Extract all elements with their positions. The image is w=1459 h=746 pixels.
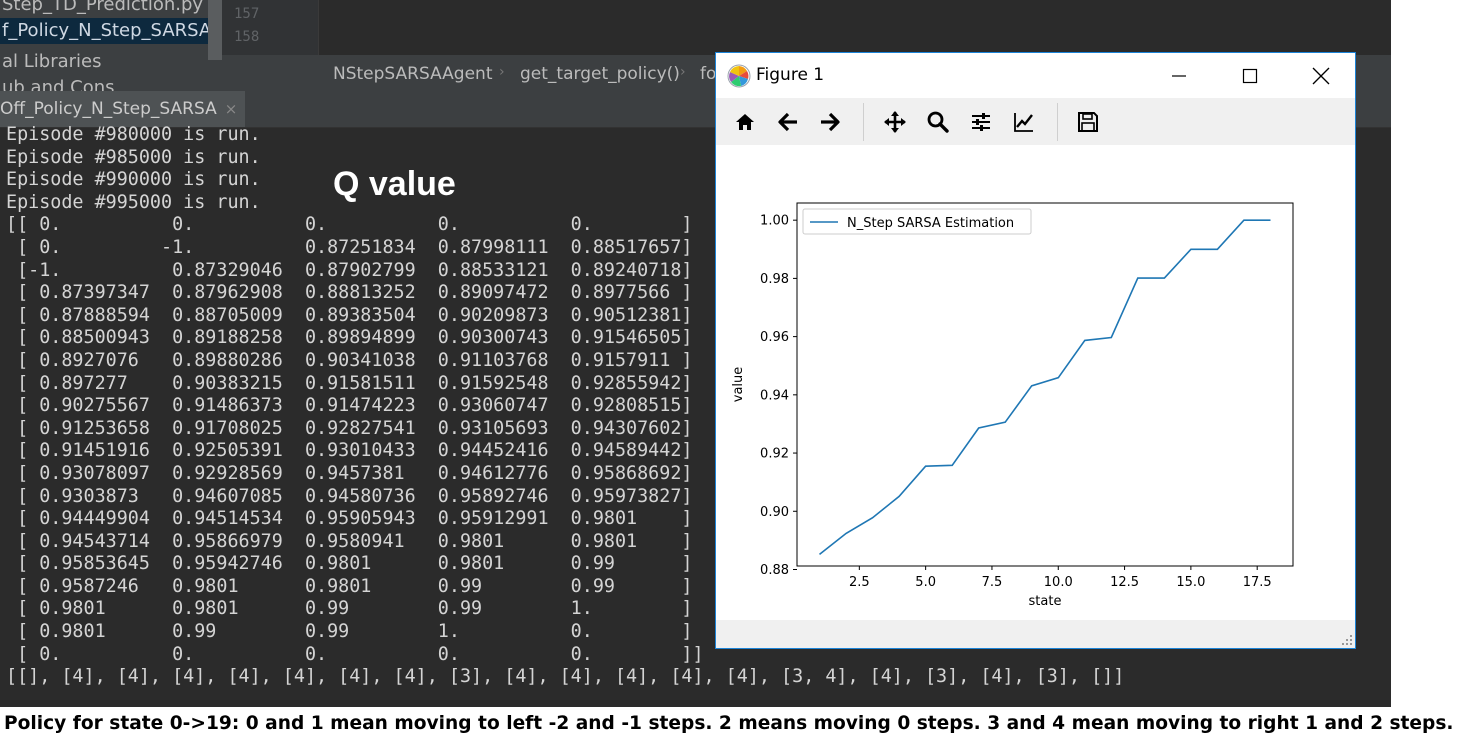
y-tick-label: 0.90: [760, 505, 789, 520]
breadcrumb-separator-icon: ›: [680, 64, 686, 80]
console-line: [[], [4], [4], [4], [4], [4], [4], [4], …: [6, 666, 1125, 688]
back-button[interactable]: [773, 107, 803, 137]
x-tick-label: 2.5: [849, 575, 870, 590]
save-icon: [1078, 112, 1098, 132]
edit-axis-icon: [1014, 113, 1033, 132]
pan-icon: [884, 111, 906, 133]
zoom-icon: [927, 111, 949, 133]
line-number: 157: [234, 6, 260, 22]
tree-item-off-policy-n-step-sarsa[interactable]: f_Policy_N_Step_SARSA.py: [0, 18, 210, 44]
pan-button[interactable]: [880, 107, 910, 137]
home-icon: [736, 114, 754, 130]
toolbar-divider: [863, 103, 864, 141]
line-chart[interactable]: 0.88 0.90 0.92 0.94 0.96 0.98 1.00 2.5 5.0 7.5 10…: [716, 145, 1355, 621]
x-tick-label: 7.5: [982, 575, 1003, 590]
series-line-n-step-sarsa: [819, 219, 1271, 556]
y-tick-label: 0.96: [760, 330, 789, 345]
close-window-button[interactable]: [1287, 53, 1355, 98]
maximize-button[interactable]: [1216, 53, 1284, 98]
figure-status-bar: [716, 620, 1355, 648]
run-tab-label: Off_Policy_N_Step_SARSA: [0, 99, 217, 119]
policy-caption: Policy for state 0->19: 0 and 1 mean mov…: [4, 713, 1454, 734]
figure-window[interactable]: Figure 1 0.88 0.90 0.92 0.94 0.96 0.98 1…: [715, 52, 1356, 649]
y-axis-label: value: [731, 367, 746, 403]
close-icon[interactable]: ×: [225, 100, 238, 118]
minimize-button[interactable]: [1145, 53, 1213, 98]
figure-title-bar[interactable]: Figure 1: [716, 53, 1355, 98]
tree-item-step-td-prediction[interactable]: Step_TD_Prediction.py: [0, 0, 210, 18]
project-tree: Step_TD_Prediction.py f_Policy_N_Step_SA…: [0, 0, 222, 98]
y-tick-label: 1.00: [760, 214, 789, 229]
x-axis-ticks: 2.5 5.0 7.5 10.0 12.5 15.0 17.5: [849, 566, 1272, 590]
y-tick-label: 0.94: [760, 388, 789, 403]
tree-scrollbar[interactable]: [208, 0, 222, 60]
breadcrumb-method[interactable]: get_target_policy(): [520, 64, 680, 84]
x-tick-label: 5.0: [915, 575, 936, 590]
x-tick-label: 17.5: [1243, 575, 1272, 590]
edit-axis-button[interactable]: [1009, 107, 1039, 137]
forward-button[interactable]: [815, 107, 845, 137]
code-editor[interactable]: [318, 0, 1391, 55]
subplots-config-icon: [972, 113, 990, 131]
resize-grip-icon[interactable]: [1341, 634, 1353, 646]
toolbar-divider: [1057, 103, 1058, 141]
q-value-heading: Q value: [333, 165, 456, 203]
axes-frame: [796, 202, 1294, 567]
tree-item-external-libraries[interactable]: al Libraries: [0, 49, 210, 75]
home-button[interactable]: [730, 107, 760, 137]
close-icon: [1312, 67, 1330, 84]
x-tick-label: 12.5: [1110, 575, 1139, 590]
line-number-gutter: 157 158: [222, 0, 318, 55]
breadcrumb-loop[interactable]: fo: [700, 64, 716, 84]
y-tick-label: 0.98: [760, 272, 789, 287]
legend: N_Step SARSA Estimation: [802, 208, 1032, 235]
figure-title: Figure 1: [756, 65, 825, 85]
breadcrumb-separator-icon: ›: [499, 64, 505, 80]
y-axis-ticks: 0.88 0.90 0.92 0.94 0.96 0.98 1.00: [760, 214, 797, 578]
x-axis-label: state: [1029, 594, 1062, 609]
breadcrumb-class[interactable]: NStepSARSAAgent: [333, 64, 493, 84]
x-tick-label: 15.0: [1176, 575, 1205, 590]
matplotlib-logo-icon: [727, 64, 751, 88]
figure-toolbar: [716, 98, 1355, 146]
plot-area[interactable]: 0.88 0.90 0.92 0.94 0.96 0.98 1.00 2.5 5.0 7.5 10…: [716, 145, 1355, 621]
y-tick-label: 0.92: [760, 447, 789, 462]
save-button[interactable]: [1073, 107, 1103, 137]
minimize-icon: [1172, 74, 1186, 77]
zoom-button[interactable]: [923, 107, 953, 137]
line-number: 158: [234, 29, 260, 45]
maximize-icon: [1242, 68, 1258, 83]
run-tab[interactable]: Off_Policy_N_Step_SARSA ×: [0, 91, 246, 127]
x-tick-label: 10.0: [1044, 575, 1073, 590]
back-arrow-icon: [778, 112, 797, 132]
subplots-config-button[interactable]: [966, 107, 996, 137]
y-tick-label: 0.88: [760, 563, 789, 578]
forward-arrow-icon: [821, 112, 840, 132]
legend-label: N_Step SARSA Estimation: [847, 216, 1014, 231]
